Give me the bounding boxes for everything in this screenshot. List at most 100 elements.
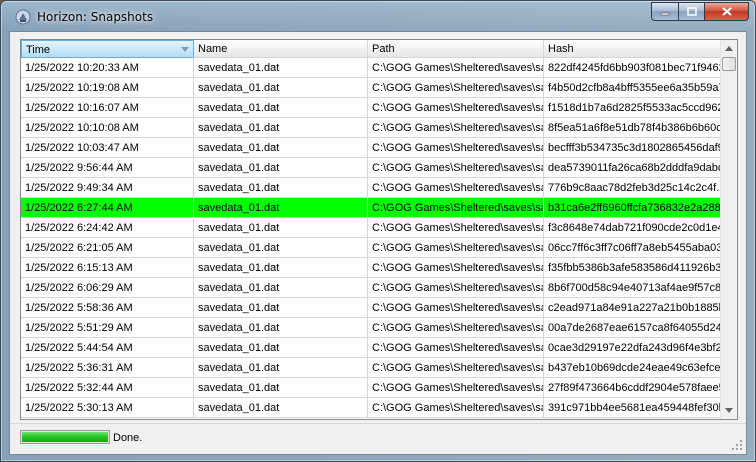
cell-path: C:\GOG Games\Sheltered\saves\sa... [368, 318, 544, 338]
column-header-label: Hash [548, 43, 574, 55]
table-row[interactable]: 1/25/2022 9:49:34 AM savedata_01.dat C:\GO… [21, 178, 722, 198]
table-row[interactable]: 1/25/2022 5:58:36 AM savedata_01.dat C:\GO… [21, 298, 722, 318]
table-row[interactable]: 1/25/2022 9:56:44 AM savedata_01.dat C:\GO… [21, 158, 722, 178]
cell-path: C:\GOG Games\Sheltered\saves\sa... [368, 118, 544, 138]
cell-path: C:\GOG Games\Sheltered\saves\sa... [368, 298, 544, 318]
cell-hash: f35fbb5386b3afe583586d411926b3c6 [544, 258, 722, 278]
chevron-up-icon [725, 46, 733, 51]
cell-name: savedata_01.dat [194, 178, 368, 198]
cell-name: savedata_01.dat [194, 138, 368, 158]
cell-hash: 00a7de2687eae6157ca8f64055d24... [544, 318, 722, 338]
cell-name: savedata_01.dat [194, 98, 368, 118]
cell-path: C:\GOG Games\Sheltered\saves\sa... [368, 198, 544, 218]
title-bar[interactable]: Horizon: Snapshots [1, 1, 755, 31]
cell-hash: 8f5ea51a6f8e51db78f4b386b6b60c55 [544, 118, 722, 138]
horizon-app-icon [15, 9, 31, 25]
table-row[interactable]: 1/25/2022 5:51:29 AM savedata_01.dat C:\GO… [21, 318, 722, 338]
table-row[interactable]: 1/25/2022 10:10:08 AM savedata_01.dat C:\G… [21, 118, 722, 138]
client-area: Time Name Path Hash 1/25/2022 10:20:33 A… [9, 31, 747, 455]
cell-path: C:\GOG Games\Sheltered\saves\sa... [368, 158, 544, 178]
cell-hash: 391c971bb4ee5681ea459448fef30b... [544, 398, 722, 418]
cell-name: savedata_01.dat [194, 378, 368, 398]
cell-hash: b31ca6e2ff6960ffcfa736832e2a2884 [544, 198, 722, 218]
list-header: Time Name Path Hash [21, 40, 722, 58]
maximize-icon [686, 7, 697, 16]
progress-fill [22, 432, 108, 442]
cell-time: 1/25/2022 10:10:08 AM [21, 118, 194, 138]
maximize-button[interactable] [678, 2, 704, 21]
window-title: Horizon: Snapshots [37, 10, 154, 24]
sort-descending-icon [181, 47, 189, 52]
table-row[interactable]: 1/25/2022 5:30:13 AM savedata_01.dat C:\GO… [21, 398, 722, 418]
close-icon [721, 7, 732, 16]
cell-time: 1/25/2022 5:36:31 AM [21, 358, 194, 378]
table-row[interactable]: 1/25/2022 10:20:33 AM savedata_01.dat C:\G… [21, 58, 722, 78]
column-header-time[interactable]: Time [21, 40, 194, 58]
cell-time: 1/25/2022 6:24:42 AM [21, 218, 194, 238]
table-row[interactable]: 1/25/2022 5:44:54 AM savedata_01.dat C:\GO… [21, 338, 722, 358]
table-row[interactable]: 1/25/2022 10:03:47 AM savedata_01.dat C:\G… [21, 138, 722, 158]
cell-name: savedata_01.dat [194, 238, 368, 258]
cell-time: 1/25/2022 10:03:47 AM [21, 138, 194, 158]
cell-hash: c2ead971a84e91a227a21b0b1885b... [544, 298, 722, 318]
table-row[interactable]: 1/25/2022 10:19:08 AM savedata_01.dat C:\G… [21, 78, 722, 98]
scroll-up-button[interactable] [721, 40, 737, 57]
table-row[interactable]: 1/25/2022 6:24:42 AM savedata_01.dat C:\GO… [21, 218, 722, 238]
cell-name: savedata_01.dat [194, 218, 368, 238]
cell-name: savedata_01.dat [194, 298, 368, 318]
cell-hash: 8b6f700d58c94e40713af4ae9f57c892 [544, 278, 722, 298]
cell-path: C:\GOG Games\Sheltered\saves\sa... [368, 218, 544, 238]
table-row[interactable]: 1/25/2022 10:16:07 AM savedata_01.dat C:\G… [21, 98, 722, 118]
cell-path: C:\GOG Games\Sheltered\saves\sa... [368, 338, 544, 358]
table-row[interactable]: 1/25/2022 6:21:05 AM savedata_01.dat C:\GO… [21, 238, 722, 258]
cell-name: savedata_01.dat [194, 58, 368, 78]
table-row[interactable]: 1/25/2022 6:06:29 AM savedata_01.dat C:\GO… [21, 278, 722, 298]
cell-time: 1/25/2022 5:44:54 AM [21, 338, 194, 358]
cell-path: C:\GOG Games\Sheltered\saves\sa... [368, 398, 544, 418]
cell-name: savedata_01.dat [194, 118, 368, 138]
cell-time: 1/25/2022 6:27:44 AM [21, 198, 194, 218]
cell-time: 1/25/2022 9:49:34 AM [21, 178, 194, 198]
cell-name: savedata_01.dat [194, 158, 368, 178]
table-row[interactable]: 1/25/2022 6:27:44 AM savedata_01.dat C:\GO… [21, 198, 722, 218]
cell-hash: f1518d1b7a6d2825f5533ac5ccd962... [544, 98, 722, 118]
cell-time: 1/25/2022 5:32:44 AM [21, 378, 194, 398]
scrollbar-thumb[interactable] [722, 57, 736, 71]
table-row[interactable]: 1/25/2022 5:36:31 AM savedata_01.dat C:\GO… [21, 358, 722, 378]
cell-hash: 27f89f473664b6cddf2904e578faee56 [544, 378, 722, 398]
minimize-button[interactable] [651, 2, 678, 21]
cell-time: 1/25/2022 6:06:29 AM [21, 278, 194, 298]
cell-time: 1/25/2022 10:19:08 AM [21, 78, 194, 98]
column-header-path[interactable]: Path [368, 40, 544, 58]
close-button[interactable] [704, 2, 749, 21]
cell-name: savedata_01.dat [194, 318, 368, 338]
cell-hash: f4b50d2cfb8a4bff5355ee6a35b59a7a [544, 78, 722, 98]
status-bar: Done. [10, 423, 746, 454]
scroll-down-button[interactable] [721, 402, 737, 419]
caption-buttons [651, 2, 749, 21]
cell-hash: b437eb10b69dcde24eae49c63efce... [544, 358, 722, 378]
cell-hash: 776b9c8aac78d2feb3d25c14c2c4f... [544, 178, 722, 198]
snapshots-window: Horizon: Snapshots Time Name Path Hash 1… [0, 0, 756, 462]
table-row[interactable]: 1/25/2022 5:32:44 AM savedata_01.dat C:\GO… [21, 378, 722, 398]
table-row[interactable]: 1/25/2022 6:15:13 AM savedata_01.dat C:\GO… [21, 258, 722, 278]
cell-name: savedata_01.dat [194, 78, 368, 98]
snapshots-list[interactable]: Time Name Path Hash 1/25/2022 10:20:33 A… [20, 39, 738, 420]
cell-path: C:\GOG Games\Sheltered\saves\sa... [368, 258, 544, 278]
resize-grip-icon[interactable] [731, 439, 743, 451]
column-header-label: Time [26, 44, 51, 56]
cell-time: 1/25/2022 5:51:29 AM [21, 318, 194, 338]
cell-name: savedata_01.dat [194, 278, 368, 298]
cell-time: 1/25/2022 6:15:13 AM [21, 258, 194, 278]
cell-path: C:\GOG Games\Sheltered\saves\sa... [368, 378, 544, 398]
column-header-label: Name [198, 43, 228, 55]
column-header-hash[interactable]: Hash [544, 40, 722, 58]
vertical-scrollbar[interactable] [720, 40, 737, 419]
minimize-icon [660, 12, 670, 15]
column-header-name[interactable]: Name [194, 40, 368, 58]
cell-name: savedata_01.dat [194, 258, 368, 278]
cell-path: C:\GOG Games\Sheltered\saves\sa... [368, 138, 544, 158]
chevron-down-icon [725, 408, 733, 413]
cell-name: savedata_01.dat [194, 398, 368, 418]
cell-path: C:\GOG Games\Sheltered\saves\sa... [368, 58, 544, 78]
